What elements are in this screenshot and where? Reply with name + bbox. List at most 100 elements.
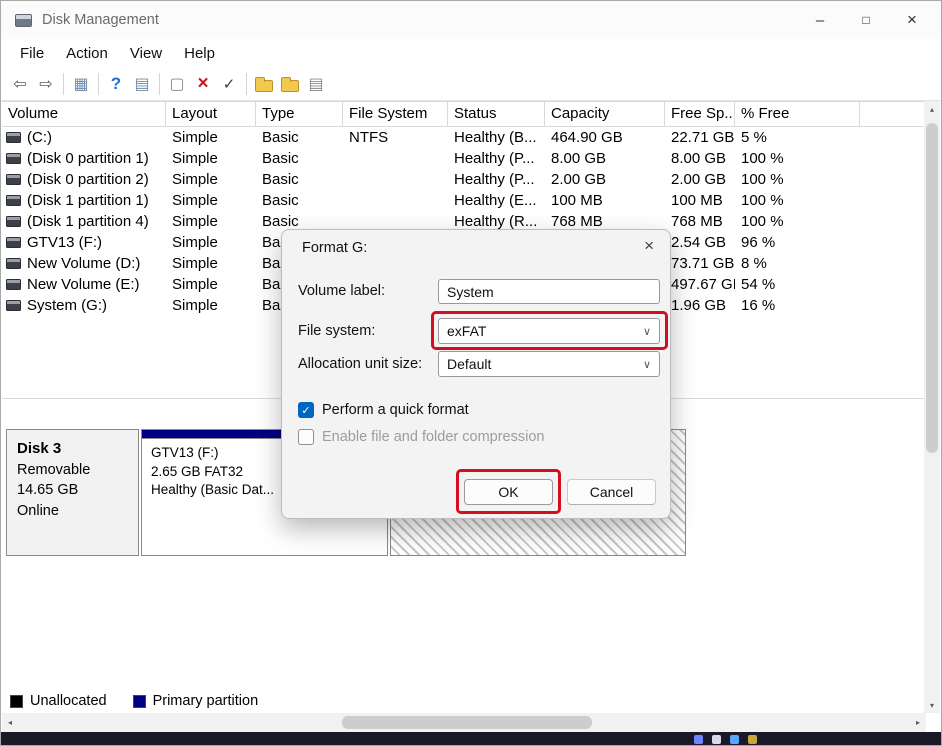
scroll-left-icon[interactable]: ◂ xyxy=(2,713,18,732)
help-icon[interactable]: ? xyxy=(103,71,129,97)
scroll-right-icon[interactable]: ▸ xyxy=(910,713,926,732)
horizontal-scrollbar[interactable]: ◂ ▸ xyxy=(2,713,926,732)
column-header-status[interactable]: Status xyxy=(448,102,545,126)
window-controls: – □ × xyxy=(797,1,935,39)
taskbar-icon[interactable] xyxy=(712,735,721,744)
menu-bar: File Action View Help xyxy=(1,39,941,67)
freespace-cell: 768 MB xyxy=(665,213,735,230)
allocation-unit-label: Allocation unit size: xyxy=(298,356,422,372)
forward-icon[interactable]: ⇨ xyxy=(33,71,59,97)
pctfree-cell: 96 % xyxy=(735,234,860,251)
chevron-down-icon: ∨ xyxy=(643,358,651,371)
freespace-cell: 100 MB xyxy=(665,192,735,209)
app-icon xyxy=(15,14,32,27)
volume-cell: New Volume (E:) xyxy=(2,276,166,293)
drive-icon xyxy=(6,195,21,206)
vertical-scrollbar[interactable]: ▴ ▾ xyxy=(924,101,940,713)
folder-icon xyxy=(255,80,273,92)
menu-file[interactable]: File xyxy=(9,42,55,65)
capacity-cell: 464.90 GB xyxy=(545,129,665,146)
volume-table-header: Volume Layout Type File System Status Ca… xyxy=(2,101,927,127)
status-cell: Healthy (E... xyxy=(448,192,545,209)
drive-icon xyxy=(6,216,21,227)
ok-button[interactable]: OK xyxy=(464,479,553,505)
column-header-filesystem[interactable]: File System xyxy=(343,102,448,126)
legend-primary-partition: Primary partition xyxy=(133,693,259,709)
taskbar-icon[interactable] xyxy=(730,735,739,744)
scroll-down-icon[interactable]: ▾ xyxy=(924,697,940,713)
allocation-unit-value: Default xyxy=(447,356,491,372)
column-header-pctfree[interactable]: % Free xyxy=(735,102,860,126)
show-details-icon[interactable]: ▦ xyxy=(68,71,94,97)
quick-format-checkbox[interactable]: ✓ xyxy=(298,402,314,418)
volume-cell: (C:) xyxy=(2,129,166,146)
column-header-layout[interactable]: Layout xyxy=(166,102,256,126)
toolbar-separator xyxy=(159,73,160,95)
volume-name: System (G:) xyxy=(27,297,107,314)
layout-cell: Simple xyxy=(166,192,256,209)
legend-unallocated: Unallocated xyxy=(10,693,107,709)
volume-name: (Disk 0 partition 2) xyxy=(27,171,149,188)
drive-icon xyxy=(6,174,21,185)
mark-active-icon[interactable]: ✓ xyxy=(216,71,242,97)
status-cell: Healthy (P... xyxy=(448,171,545,188)
dialog-close-icon[interactable]: × xyxy=(644,236,654,256)
menu-help[interactable]: Help xyxy=(173,42,226,65)
volume-row[interactable]: (Disk 1 partition 1) Simple Basic Health… xyxy=(2,190,927,211)
delete-volume-icon[interactable]: × xyxy=(190,71,216,97)
refresh-icon[interactable]: ▤ xyxy=(303,71,329,97)
volume-label-input[interactable]: System xyxy=(438,279,660,304)
volume-name: New Volume (D:) xyxy=(27,255,140,272)
toolbar-separator xyxy=(246,73,247,95)
change-layout-icon[interactable]: ▢ xyxy=(164,71,190,97)
minimize-button[interactable]: – xyxy=(797,1,843,39)
back-icon[interactable]: ⇦ xyxy=(7,71,33,97)
volume-cell: System (G:) xyxy=(2,297,166,314)
menu-view[interactable]: View xyxy=(119,42,173,65)
column-header-volume[interactable]: Volume xyxy=(2,102,166,126)
file-system-value: exFAT xyxy=(447,323,486,339)
column-header-type[interactable]: Type xyxy=(256,102,343,126)
drive-icon xyxy=(6,279,21,290)
legend-bar: Unallocated Primary partition xyxy=(2,689,927,713)
column-header-freespace[interactable]: Free Sp... xyxy=(665,102,735,126)
vertical-scroll-thumb[interactable] xyxy=(926,123,938,453)
properties-icon[interactable]: ▤ xyxy=(129,71,155,97)
pctfree-cell: 54 % xyxy=(735,276,860,293)
disk-info-panel[interactable]: Disk 3 Removable 14.65 GB Online xyxy=(6,429,139,556)
explore-folder-icon[interactable] xyxy=(277,71,303,97)
volume-row[interactable]: (C:) Simple Basic NTFS Healthy (B... 464… xyxy=(2,127,927,148)
taskbar-icon[interactable] xyxy=(694,735,703,744)
close-button[interactable]: × xyxy=(889,1,935,39)
quick-format-label: Perform a quick format xyxy=(322,402,469,418)
file-system-dropdown[interactable]: exFAT ∨ xyxy=(438,318,660,344)
compression-checkbox[interactable] xyxy=(298,429,314,445)
freespace-cell: 2.54 GB xyxy=(665,234,735,251)
compression-label: Enable file and folder compression xyxy=(322,429,544,445)
pctfree-cell: 100 % xyxy=(735,150,860,167)
volume-cell: (Disk 1 partition 1) xyxy=(2,192,166,209)
volume-cell: New Volume (D:) xyxy=(2,255,166,272)
capacity-cell: 2.00 GB xyxy=(545,171,665,188)
drive-icon xyxy=(6,153,21,164)
allocation-unit-dropdown[interactable]: Default ∨ xyxy=(438,351,660,377)
volume-row[interactable]: (Disk 0 partition 1) Simple Basic Health… xyxy=(2,148,927,169)
volume-name: (Disk 1 partition 1) xyxy=(27,192,149,209)
volume-name: (Disk 1 partition 4) xyxy=(27,213,149,230)
maximize-button[interactable]: □ xyxy=(843,1,889,39)
capacity-cell: 8.00 GB xyxy=(545,150,665,167)
scroll-up-icon[interactable]: ▴ xyxy=(924,101,940,117)
status-cell: Healthy (B... xyxy=(448,129,545,146)
cancel-button[interactable]: Cancel xyxy=(567,479,656,505)
menu-action[interactable]: Action xyxy=(55,42,119,65)
horizontal-scroll-thumb[interactable] xyxy=(342,716,592,729)
column-header-capacity[interactable]: Capacity xyxy=(545,102,665,126)
column-header-filler xyxy=(860,102,927,126)
status-cell: Healthy (P... xyxy=(448,150,545,167)
disk-name: Disk 3 xyxy=(17,439,138,460)
open-folder-icon[interactable] xyxy=(251,71,277,97)
taskbar-icon[interactable] xyxy=(748,735,757,744)
volume-name: (Disk 0 partition 1) xyxy=(27,150,149,167)
pctfree-cell: 100 % xyxy=(735,192,860,209)
volume-row[interactable]: (Disk 0 partition 2) Simple Basic Health… xyxy=(2,169,927,190)
